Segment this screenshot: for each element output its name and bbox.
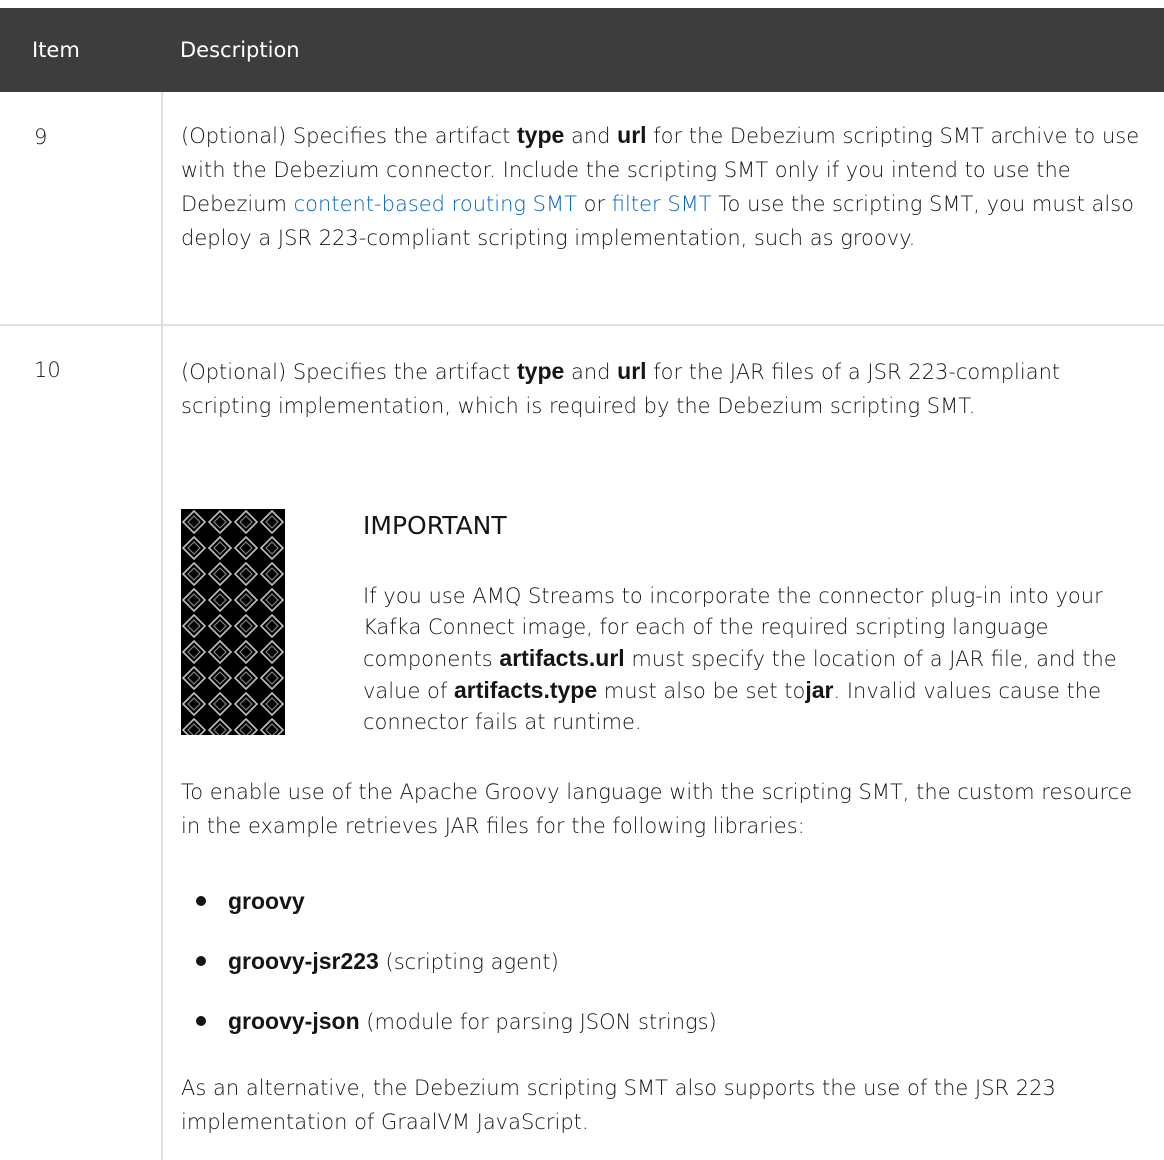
library-name: groovy-json (228, 1008, 360, 1034)
paragraph: To enable use of the Apache Groovy langu… (181, 780, 1133, 838)
text: (Optional) Specifies the artifact (181, 124, 517, 148)
bold-jar: jar (805, 677, 834, 703)
row-divider (0, 324, 1164, 326)
content-based-routing-link[interactable]: content-based routing SMT (294, 192, 577, 216)
bold-type: type (517, 358, 565, 384)
library-note: (scripting agent) (378, 950, 559, 974)
bold-type: type (517, 122, 565, 148)
library-name: groovy-jsr223 (228, 948, 379, 974)
filter-smt-link[interactable]: filter SMT (612, 192, 712, 216)
description-table: Item Description 9 (Optional) Specifies … (0, 0, 1164, 1160)
header-description: Description (180, 38, 300, 62)
bold-url: url (617, 358, 647, 384)
table-header: Item Description (0, 8, 1164, 92)
text: or (576, 192, 612, 216)
admonition-title: IMPORTANT (363, 511, 507, 540)
library-note: (module for parsing JSON strings) (359, 1010, 717, 1034)
column-divider (161, 92, 163, 1160)
text: and (564, 124, 618, 148)
row-item-number: 9 (34, 125, 48, 149)
library-name: groovy (228, 888, 305, 914)
bold-url: url (617, 122, 647, 148)
warning-icon (181, 509, 285, 735)
admonition-body: If you use AMQ Streams to incorporate th… (363, 581, 1133, 738)
row-description: (Optional) Specifies the artifact type a… (181, 118, 1151, 255)
text: must also be set to (597, 679, 806, 703)
bullet-icon (196, 956, 206, 966)
bold-artifacts-type: artifacts.type (453, 677, 598, 703)
bold-artifacts-url: artifacts.url (499, 645, 625, 671)
row-item-number: 10 (34, 358, 61, 382)
bullet-icon (196, 896, 206, 906)
text: and (564, 360, 618, 384)
text: (Optional) Specifies the artifact (181, 360, 517, 384)
row-description: (Optional) Specifies the artifact type a… (181, 354, 1151, 423)
paragraph: As an alternative, the Debezium scriptin… (181, 1076, 1056, 1134)
list-item: groovy (196, 888, 305, 915)
header-item: Item (32, 38, 80, 62)
bullet-icon (196, 1016, 206, 1026)
list-item: groovy-json (module for parsing JSON str… (196, 1008, 717, 1035)
list-item: groovy-jsr223 (scripting agent) (196, 948, 559, 975)
